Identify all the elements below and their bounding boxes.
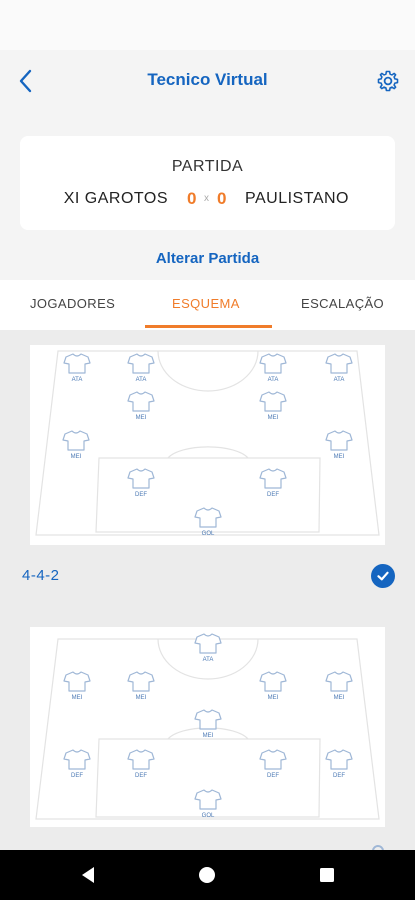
- settings-button[interactable]: [371, 64, 405, 98]
- match-area: PARTIDA XI GAROTOS 0 x 0 PAULISTANO Alte…: [0, 112, 415, 280]
- active-tab-indicator: [145, 325, 272, 328]
- player-position-label: MEI: [72, 695, 83, 701]
- page-title: Tecnico Virtual: [147, 70, 268, 89]
- player-position-label: MEI: [268, 695, 279, 701]
- player-icons-group: ATA MEI MEI MEI MEI MEI DEF DEF DEF DEF GOL: [63, 633, 353, 819]
- player-position-label: ATA: [334, 377, 345, 383]
- formation-name[interactable]: 4-4-2: [22, 567, 60, 584]
- home-score: 0: [187, 189, 197, 208]
- player-position-label: DEF: [267, 492, 279, 498]
- player-position-label: ATA: [136, 377, 147, 383]
- player-shirt-icon: [325, 353, 353, 374]
- player-position-label: DEF: [135, 773, 147, 779]
- pitch-diagram: ATA ATA ATA ATA MEI MEI MEI MEI DEF DEF GOL: [35, 350, 380, 537]
- change-match-link[interactable]: Alterar Partida: [0, 250, 415, 267]
- player-shirt-icon: [259, 353, 287, 374]
- player-shirt-icon: [127, 749, 155, 770]
- selected-check[interactable]: [371, 564, 395, 588]
- player-position-label: MEI: [203, 733, 214, 739]
- player-shirt-icon: [259, 671, 287, 692]
- tab-scheme[interactable]: ESQUEMA: [172, 296, 240, 311]
- player-position-label: DEF: [333, 773, 345, 779]
- player-shirt-icon: [63, 353, 91, 374]
- player-shirt-icon: [63, 671, 91, 692]
- player-shirt-icon: [259, 749, 287, 770]
- player-shirt-icon: [127, 468, 155, 489]
- square-recent-icon: [320, 868, 334, 882]
- away-team-name: PAULISTANO: [245, 190, 349, 207]
- player-shirt-icon: [127, 671, 155, 692]
- player-position-label: GOL: [202, 813, 215, 819]
- player-shirt-icon: [259, 391, 287, 412]
- player-shirt-icon: [325, 749, 353, 770]
- player-shirt-icon: [194, 507, 222, 528]
- player-position-label: DEF: [135, 492, 147, 498]
- circle-home-icon: [199, 867, 215, 883]
- formation-list[interactable]: ATA ATA ATA ATA MEI MEI MEI MEI DEF DEF GOL 4-4-2 …: [0, 330, 415, 850]
- player-shirt-icon: [63, 749, 91, 770]
- match-card: PARTIDA XI GAROTOS 0 x 0 PAULISTANO: [20, 136, 395, 230]
- player-position-label: MEI: [268, 415, 279, 421]
- player-position-label: MEI: [136, 415, 147, 421]
- match-label: PARTIDA: [171, 158, 244, 175]
- player-position-label: DEF: [71, 773, 83, 779]
- player-shirt-icon: [194, 709, 222, 730]
- gear-icon: [377, 70, 399, 92]
- triangle-back-icon: [82, 867, 94, 883]
- player-position-label: MEI: [71, 454, 82, 460]
- nav-back-button[interactable]: [76, 863, 100, 887]
- player-shirt-icon: [325, 671, 353, 692]
- away-score: 0: [217, 189, 227, 208]
- tab-lineup[interactable]: ESCALAÇÃO: [301, 296, 384, 311]
- player-position-label: ATA: [203, 657, 214, 663]
- player-shirt-icon: [194, 789, 222, 810]
- player-position-label: GOL: [202, 531, 215, 537]
- status-bar: [0, 0, 415, 50]
- check-icon: [377, 571, 389, 581]
- nav-recent-button[interactable]: [315, 863, 339, 887]
- app-header: Tecnico Virtual: [0, 50, 415, 112]
- formation-card-442[interactable]: ATA ATA ATA ATA MEI MEI MEI MEI DEF DEF GOL: [30, 345, 385, 545]
- android-nav-bar: [0, 850, 415, 900]
- score-separator: x: [204, 193, 209, 204]
- nav-home-button[interactable]: [195, 863, 219, 887]
- player-position-label: DEF: [267, 773, 279, 779]
- player-shirt-icon: [62, 430, 90, 451]
- player-shirt-icon: [194, 633, 222, 654]
- player-position-label: ATA: [268, 377, 279, 383]
- player-position-label: ATA: [72, 377, 83, 383]
- player-shirt-icon: [325, 430, 353, 451]
- tab-players[interactable]: JOGADORES: [30, 296, 115, 311]
- pitch-diagram: ATA MEI MEI MEI MEI MEI DEF DEF DEF DEF GOL: [35, 633, 380, 820]
- player-shirt-icon: [127, 353, 155, 374]
- player-icons-group: ATA ATA ATA ATA MEI MEI MEI MEI DEF DEF GOL: [62, 353, 353, 537]
- player-position-label: MEI: [334, 454, 345, 460]
- player-shirt-icon: [259, 468, 287, 489]
- player-shirt-icon: [127, 391, 155, 412]
- tab-bar: JOGADORES ESQUEMA ESCALAÇÃO: [0, 280, 415, 330]
- player-position-label: MEI: [334, 695, 345, 701]
- home-team-name: XI GAROTOS: [63, 190, 168, 207]
- player-position-label: MEI: [136, 695, 147, 701]
- formation-card-2[interactable]: ATA MEI MEI MEI MEI MEI DEF DEF DEF DEF GOL: [30, 627, 385, 827]
